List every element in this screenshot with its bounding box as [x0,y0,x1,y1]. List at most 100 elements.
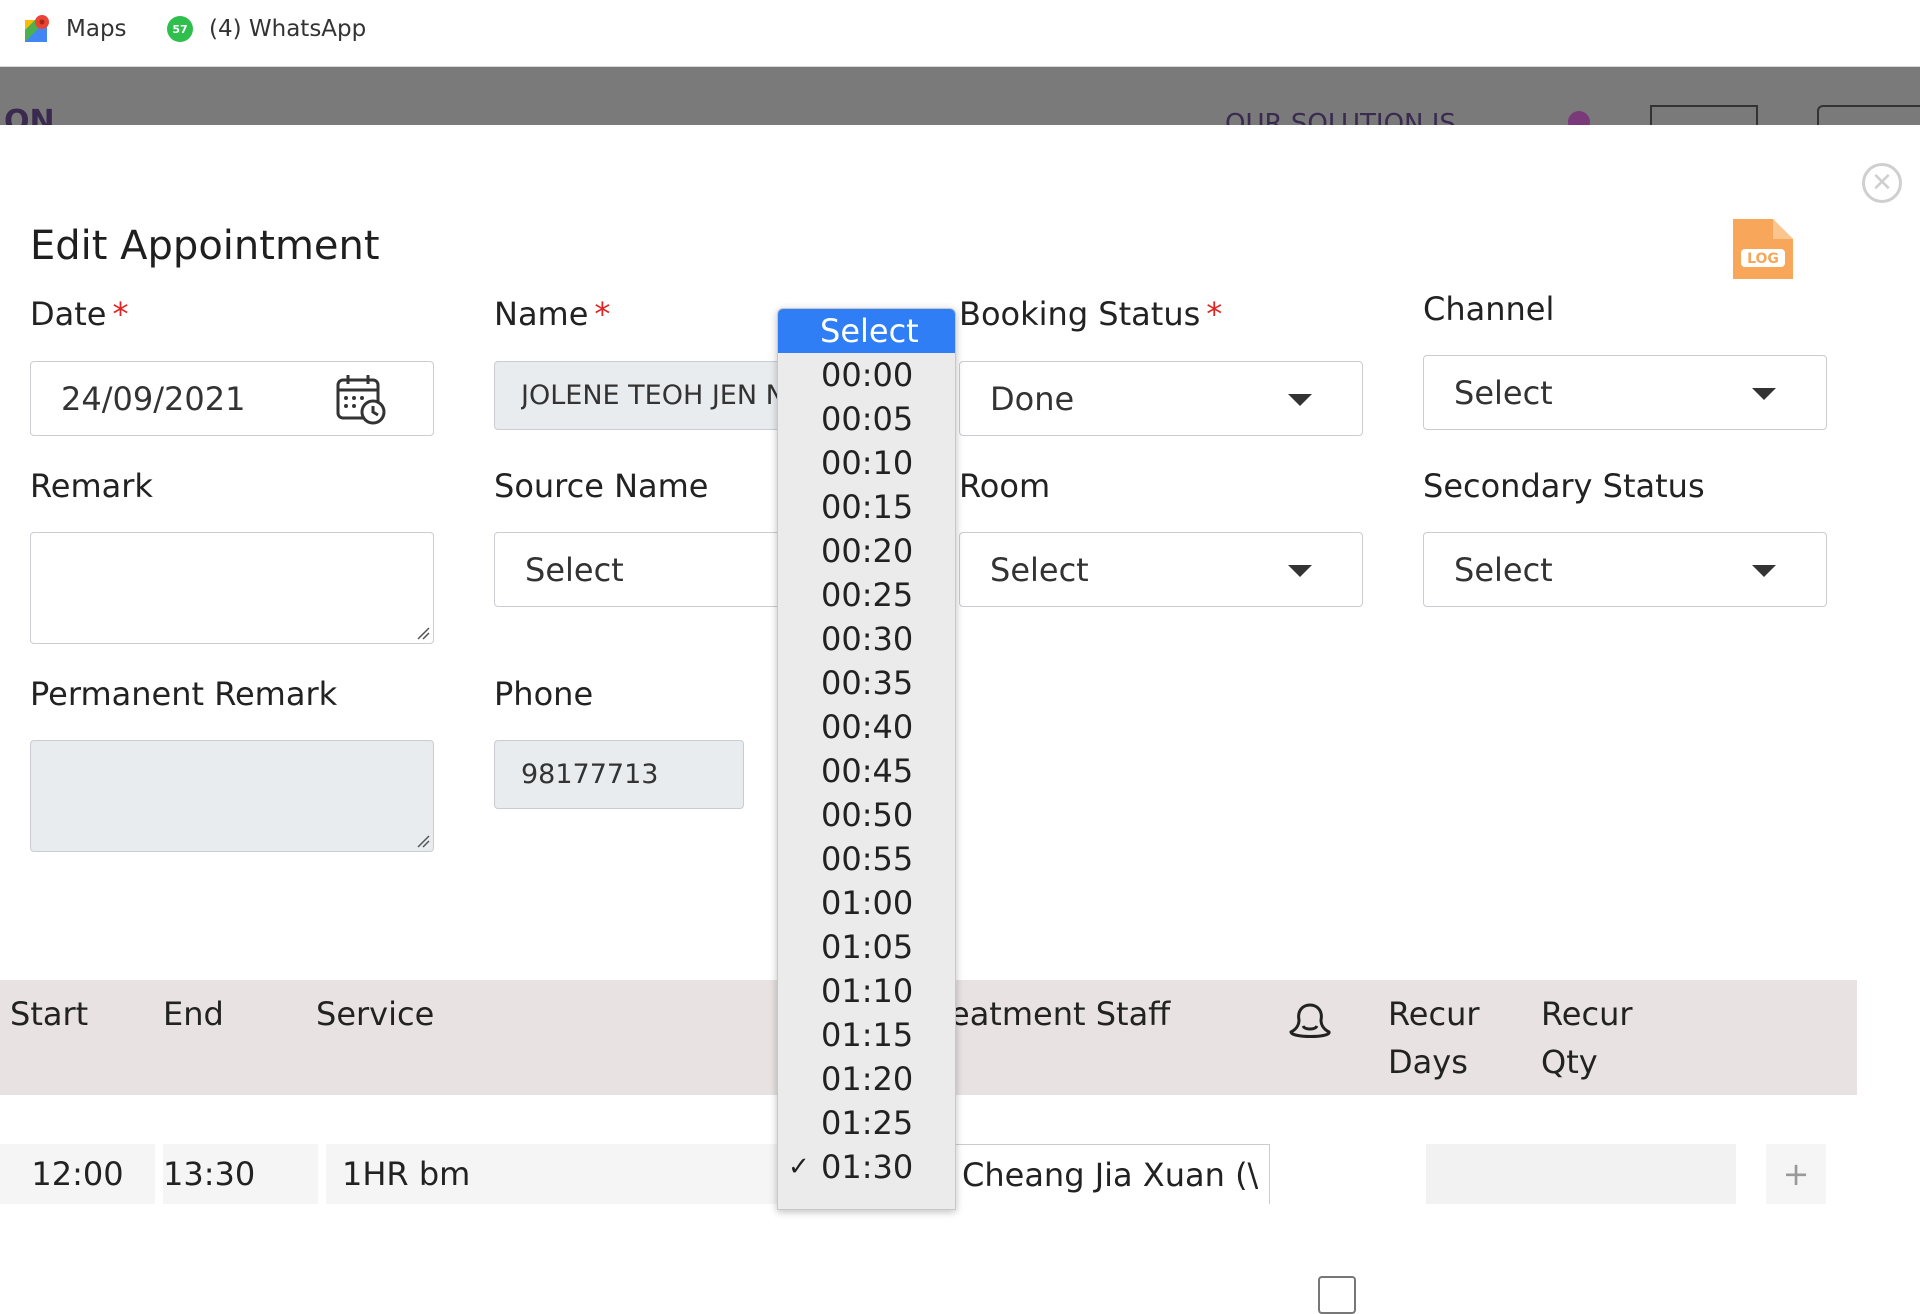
column-header-service: Service [316,995,435,1033]
svg-text:LOG: LOG [1747,251,1779,267]
room-label: Room [959,467,1051,505]
dropdown-option-label: 01:30 [821,1148,914,1186]
dropdown-option-label: 01:25 [821,1104,914,1142]
remark-label: Remark [30,467,153,505]
phone-input[interactable]: 98177713 [494,740,744,809]
secondary-status-label: Secondary Status [1423,467,1705,505]
treatment-staff-select[interactable]: Cheang Jia Xuan (\ [955,1144,1270,1204]
dropdown-option[interactable]: Select [778,309,955,353]
duration-dropdown-list[interactable]: Select 00:00 00:05 00:10 00:15 00:20 00:25 00:3… [777,308,956,1210]
app-button[interactable] [1817,105,1920,125]
app-button[interactable] [1650,105,1758,125]
calendar-icon[interactable] [335,372,387,434]
dropdown-option[interactable]: 00:15 [778,485,955,529]
checkmark-icon: ✓ [788,1152,810,1182]
app-backdrop: ON OUR SOLUTION IS [0,67,1920,125]
dropdown-option[interactable]: 01:25 [778,1101,955,1145]
chevron-down-icon [1752,387,1776,400]
dropdown-option-label: 00:00 [821,356,914,394]
dropdown-option[interactable]: 01:00 [778,881,955,925]
dropdown-option[interactable]: 00:05 [778,397,955,441]
app-logo: ON [4,104,55,125]
end-time-cell[interactable]: 13:30 [163,1144,318,1204]
recur-cell[interactable] [1426,1144,1736,1204]
date-input[interactable]: 24/09/2021 [30,361,434,436]
column-header-start: Start [10,995,89,1033]
gender-checkbox[interactable] [1318,1276,1356,1314]
permanent-remark-textarea[interactable] [30,740,434,852]
dropdown-option[interactable]: 01:05 [778,925,955,969]
booking-status-select[interactable]: Done [959,361,1363,436]
resize-handle-icon[interactable] [416,834,430,848]
avatar[interactable] [1568,111,1590,125]
dropdown-option[interactable]: 01:20 [778,1057,955,1101]
channel-label: Channel [1423,290,1555,328]
whatsapp-icon: 57 [165,14,195,44]
bookmark-label: (4) WhatsApp [209,16,367,42]
dropdown-option[interactable]: 00:10 [778,441,955,485]
dropdown-option[interactable]: 00:55 [778,837,955,881]
dropdown-option-label: 00:45 [821,752,914,790]
chevron-down-icon [1288,393,1312,406]
dropdown-option[interactable]: 00:30 [778,617,955,661]
dropdown-option[interactable]: 00:20 [778,529,955,573]
column-header-recur-qty: Recur Qty [1541,995,1633,1081]
name-input[interactable]: JOLENE TEOH JEN N [494,361,794,430]
dropdown-option[interactable]: 01:15 [778,1013,955,1057]
close-icon[interactable]: ✕ [1862,163,1902,203]
dropdown-option[interactable]: 00:25 [778,573,955,617]
log-icon[interactable]: LOG [1727,213,1799,285]
room-select[interactable]: Select [959,532,1363,607]
dropdown-option-label: 01:20 [821,1060,914,1098]
dropdown-option[interactable]: 00:50 [778,793,955,837]
secondary-status-select[interactable]: Select [1423,532,1827,607]
phone-label: Phone [494,675,594,713]
dropdown-option-label: 00:30 [821,620,914,658]
dropdown-option-label: 00:35 [821,664,914,702]
dropdown-option[interactable]: 00:45 [778,749,955,793]
app-banner-text: OUR SOLUTION IS [1225,109,1456,125]
source-name-select[interactable]: Select [494,532,794,607]
dropdown-option[interactable]: 01:10 [778,969,955,1013]
dropdown-option[interactable]: 00:40 [778,705,955,749]
dropdown-option-label: 00:55 [821,840,914,878]
modal-title: Edit Appointment [30,223,380,269]
edit-appointment-modal: ✕ Edit Appointment LOG Date * Name * Booki… [0,125,1920,1314]
channel-select[interactable]: Select [1423,355,1827,430]
dropdown-option-label: 00:40 [821,708,914,746]
source-name-label: Source Name [494,467,709,505]
dropdown-option-label: 01:15 [821,1016,914,1054]
booking-status-label: Booking Status * [959,295,1223,333]
dropdown-option-label: Select [820,312,919,350]
chevron-down-icon [1288,564,1312,577]
start-time-cell[interactable]: 12:00 [0,1144,155,1204]
dropdown-option[interactable]: 00:35 [778,661,955,705]
therapist-gender-icon [1285,990,1335,1048]
dropdown-option[interactable]: ✓ 01:30 [778,1145,955,1189]
maps-icon [22,14,52,44]
add-row-button[interactable]: + [1766,1144,1826,1204]
dropdown-option-label: 00:05 [821,400,914,438]
dropdown-option-label: 00:50 [821,796,914,834]
dropdown-option-label: 00:10 [821,444,914,482]
column-header-recur-days: Recur Days [1388,995,1480,1081]
bookmark-label: Maps [66,16,127,42]
dropdown-option-label: 00:20 [821,532,914,570]
dropdown-option-label: 00:25 [821,576,914,614]
notification-badge: 57 [167,16,193,42]
remark-textarea[interactable] [30,532,434,644]
bookmark-maps[interactable]: Maps [22,14,127,44]
dropdown-option[interactable]: 00:00 [778,353,955,397]
service-cell[interactable]: 1HR bm [326,1144,786,1204]
date-label: Date * [30,295,129,333]
permanent-remark-label: Permanent Remark [30,675,338,713]
chevron-down-icon [1752,564,1776,577]
dropdown-option-label: 01:05 [821,928,914,966]
dropdown-option-label: 01:00 [821,884,914,922]
resize-handle-icon[interactable] [416,626,430,640]
column-header-treatment-staff: eatment Staff [950,995,1171,1033]
bookmarks-bar: Maps 57 (4) WhatsApp [0,0,1920,67]
bookmark-whatsapp[interactable]: 57 (4) WhatsApp [165,14,366,44]
name-label: Name * [494,295,611,333]
dropdown-option-label: 00:15 [821,488,914,526]
